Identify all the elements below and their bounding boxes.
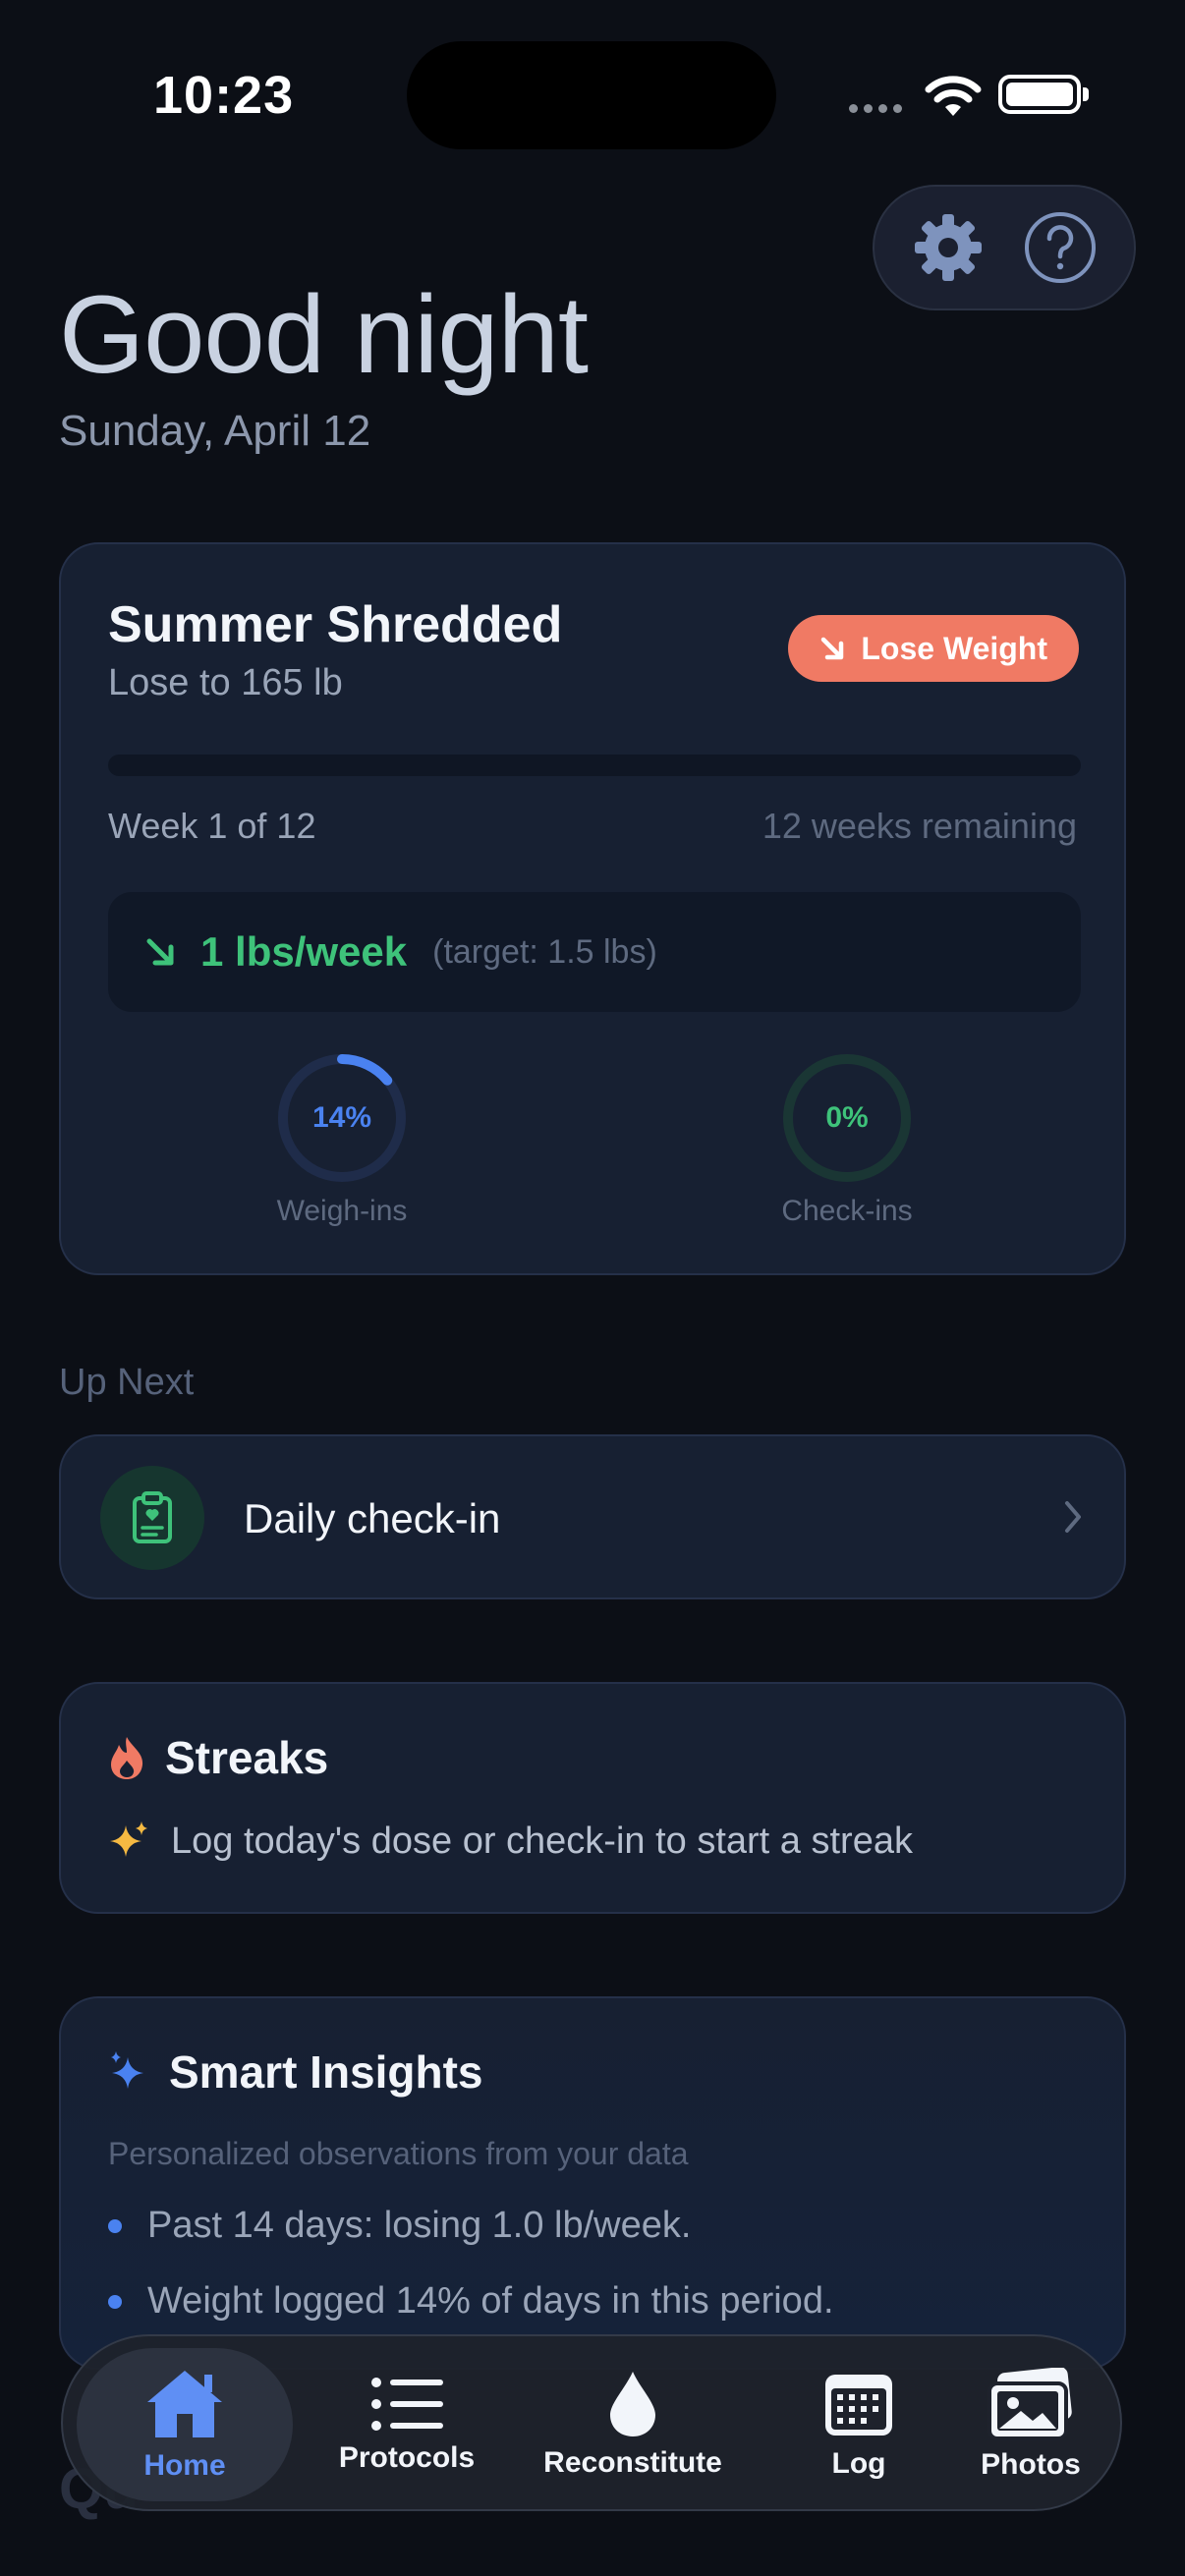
streak-message: Log today's dose or check-in to start a …: [171, 1820, 913, 1862]
dynamic-island: [407, 41, 776, 149]
goal-subtitle: Lose to 165 lb: [108, 662, 343, 703]
up-next-heading: Up Next: [59, 1362, 195, 1403]
question-circle-icon: [1025, 212, 1096, 283]
house-icon: [147, 2371, 222, 2437]
tab-log[interactable]: Log: [770, 2336, 947, 2513]
insight-item: Weight logged 14% of days in this period…: [108, 2280, 834, 2323]
top-actions: [873, 185, 1136, 310]
daily-check-in-row[interactable]: Daily check-in: [59, 1434, 1126, 1599]
goal-progress-bar: [108, 755, 1081, 776]
tab-label: Protocols: [338, 2441, 476, 2474]
bullet-dot: [108, 2218, 122, 2233]
weekly-rate-value: 1 lbs/week: [200, 928, 408, 975]
insight-item: Past 14 days: losing 1.0 lb/week.: [108, 2205, 834, 2247]
insights-title: Smart Insights: [169, 2046, 483, 2098]
weeks-remaining: 12 weeks remaining: [762, 806, 1077, 846]
ring-percent: 0%: [825, 1101, 869, 1134]
goal-type-badge: Lose Weight: [788, 615, 1079, 682]
bullet-dot: [108, 2294, 122, 2309]
tab-protocols[interactable]: Protocols: [299, 2336, 515, 2513]
gear-icon: [915, 214, 982, 281]
smart-insights-card[interactable]: Smart Insights Personalized observations…: [59, 1996, 1126, 2370]
date-label: Sunday, April 12: [59, 407, 371, 455]
streaks-title: Streaks: [165, 1732, 329, 1783]
tab-home[interactable]: Home: [77, 2348, 293, 2501]
arrow-down-right-icon: [821, 637, 844, 660]
tab-reconstitute[interactable]: Reconstitute: [505, 2336, 761, 2513]
home-screen: 10:23 Good night Sunday, April 12 Summer…: [0, 0, 1185, 2576]
streaks-card[interactable]: Streaks Log today's dose or check-in to …: [59, 1682, 1126, 1914]
goal-title: Summer Shredded: [108, 596, 563, 653]
photos-icon: [988, 2368, 1072, 2440]
insights-heading: Smart Insights: [108, 2045, 483, 2099]
insight-text: Past 14 days: losing 1.0 lb/week.: [147, 2205, 692, 2246]
tab-label: Reconstitute: [543, 2446, 722, 2479]
check-ins-ring: 0% Check-ins: [749, 1051, 945, 1228]
insights-list: Past 14 days: losing 1.0 lb/week. Weight…: [108, 2205, 834, 2356]
insight-text: Weight logged 14% of days in this period…: [147, 2280, 834, 2322]
battery-icon: [998, 75, 1081, 114]
sparkles-icon: [110, 1821, 147, 1857]
up-next-label: Daily check-in: [244, 1495, 501, 1541]
ring-label: Weigh-ins: [276, 1195, 408, 1227]
calendar-icon: [825, 2375, 892, 2436]
sparkles-icon: [111, 2051, 143, 2089]
streaks-heading: Streaks: [108, 1731, 328, 1784]
ring-percent: 14%: [311, 1101, 372, 1134]
trend-down-icon: [146, 938, 174, 966]
tab-bar: Home Protocols Reconstitute Log Photos: [61, 2334, 1122, 2511]
ring-label: Check-ins: [781, 1195, 913, 1227]
weigh-ins-ring: 14% Weigh-ins: [244, 1051, 440, 1228]
droplet-icon: [610, 2372, 655, 2436]
cellular-signal-icon: [849, 104, 902, 113]
clipboard-heart-icon: [100, 1466, 204, 1570]
week-label: Week 1 of 12: [108, 806, 316, 846]
tab-label: Photos: [981, 2448, 1081, 2481]
tab-label: Log: [831, 2447, 886, 2480]
insights-subtitle: Personalized observations from your data: [108, 2136, 689, 2171]
greeting-title: Good night: [59, 273, 589, 396]
tab-photos[interactable]: Photos: [947, 2336, 1114, 2513]
status-time: 10:23: [153, 66, 295, 125]
flame-icon: [111, 1737, 143, 1779]
streak-message-row: Log today's dose or check-in to start a …: [108, 1820, 913, 1863]
goal-card[interactable]: Summer Shredded Lose to 165 lb Lose Weig…: [59, 542, 1126, 1275]
battery-tip: [1083, 87, 1089, 101]
weekly-rate-box: 1 lbs/week (target: 1.5 lbs): [108, 892, 1081, 1012]
chevron-right-icon: [1065, 1501, 1081, 1533]
list-icon: [371, 2378, 443, 2431]
tab-label: Home: [143, 2449, 226, 2482]
goal-badge-label: Lose Weight: [861, 630, 1047, 666]
settings-button[interactable]: [908, 207, 988, 288]
help-button[interactable]: [1020, 207, 1100, 288]
weekly-rate-target: (target: 1.5 lbs): [432, 932, 657, 971]
wifi-icon: [925, 76, 982, 116]
